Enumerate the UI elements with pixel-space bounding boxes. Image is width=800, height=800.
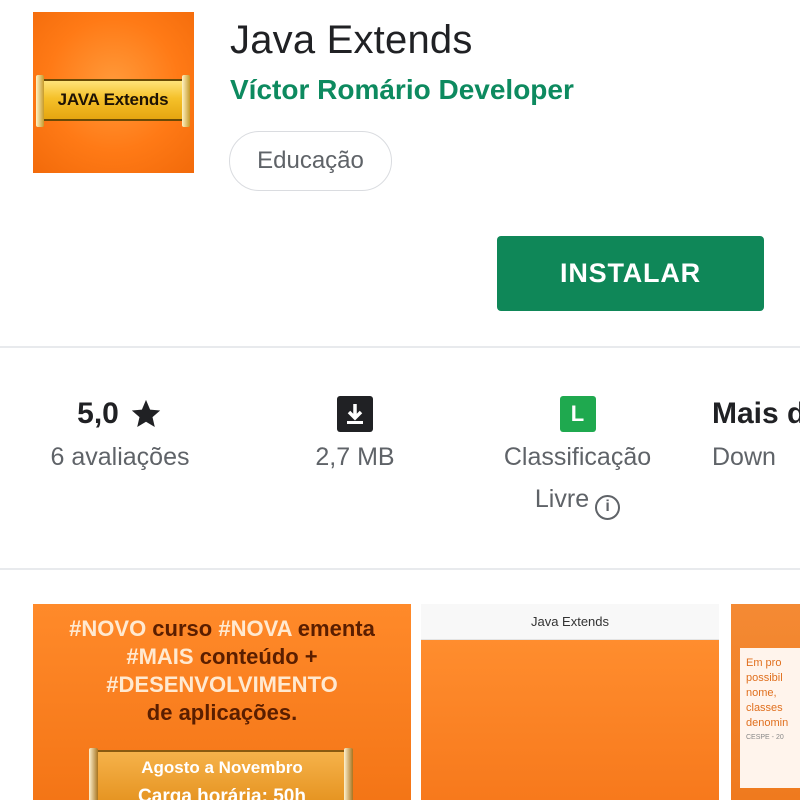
downloads-label: Down bbox=[712, 443, 776, 471]
info-icon[interactable]: i bbox=[595, 495, 621, 520]
card-line: possibil bbox=[746, 672, 783, 684]
app-title: Java Extends bbox=[230, 18, 473, 62]
plate-line: Agosto a Novembro bbox=[141, 758, 303, 777]
screenshot-text-line: #MAIS conteúdo + bbox=[126, 644, 318, 669]
screenshot-3[interactable]: Em pro possibil nome, classes denomin CE… bbox=[731, 604, 800, 800]
rating-value: 5,0 bbox=[77, 397, 119, 430]
content-rating-value: Livre bbox=[534, 485, 590, 513]
screenshot-text-line: #NOVO curso #NOVA ementa bbox=[69, 616, 375, 641]
app-size: 2,7 MB bbox=[315, 443, 395, 471]
screenshot-text-line: de aplicações. bbox=[146, 700, 298, 725]
card-source: CESPE - 20 bbox=[746, 734, 784, 741]
rating-stat[interactable]: 5,0 6 avaliações bbox=[40, 392, 200, 478]
install-button[interactable]: INSTALAR bbox=[497, 236, 764, 311]
content-rating-label: Classificação bbox=[503, 443, 652, 471]
screenshot-card: Em pro possibil nome, classes denomin CE… bbox=[740, 648, 800, 788]
card-line: Em pro bbox=[746, 657, 782, 669]
downloads-value: Mais d bbox=[712, 397, 800, 430]
developer-link[interactable]: Víctor Romário Developer bbox=[230, 74, 574, 106]
divider bbox=[0, 346, 800, 348]
star-icon bbox=[129, 397, 163, 431]
download-icon bbox=[337, 396, 373, 432]
app-icon-banner: JAVA Extends bbox=[36, 75, 190, 127]
card-line: denomin bbox=[746, 717, 789, 729]
app-icon: JAVA Extends bbox=[33, 12, 194, 173]
downloads-stat: Mais d Down bbox=[712, 392, 800, 478]
category-chip[interactable]: Educação bbox=[229, 131, 392, 191]
screenshot-2[interactable]: Java Extends bbox=[421, 604, 719, 800]
screenshot-body bbox=[421, 640, 719, 800]
size-stat: 2,7 MB bbox=[290, 392, 420, 478]
plate-line: Carga horária: 50h bbox=[138, 786, 306, 800]
screenshot-app-bar: Java Extends bbox=[421, 604, 719, 640]
content-rating-badge-icon: L bbox=[559, 396, 596, 432]
divider bbox=[0, 568, 800, 570]
card-line: nome, bbox=[746, 687, 777, 699]
screenshot-1[interactable]: #NOVO curso #NOVA ementa #MAIS conteúdo … bbox=[33, 604, 411, 800]
content-rating-stat[interactable]: L Classificação Livre i bbox=[475, 392, 680, 520]
app-icon-text: JAVA Extends bbox=[57, 90, 169, 109]
screenshot-text-line: #DESENVOLVIMENTO bbox=[106, 672, 338, 697]
card-line: classes bbox=[746, 702, 783, 714]
rating-count: 6 avaliações bbox=[50, 443, 190, 471]
